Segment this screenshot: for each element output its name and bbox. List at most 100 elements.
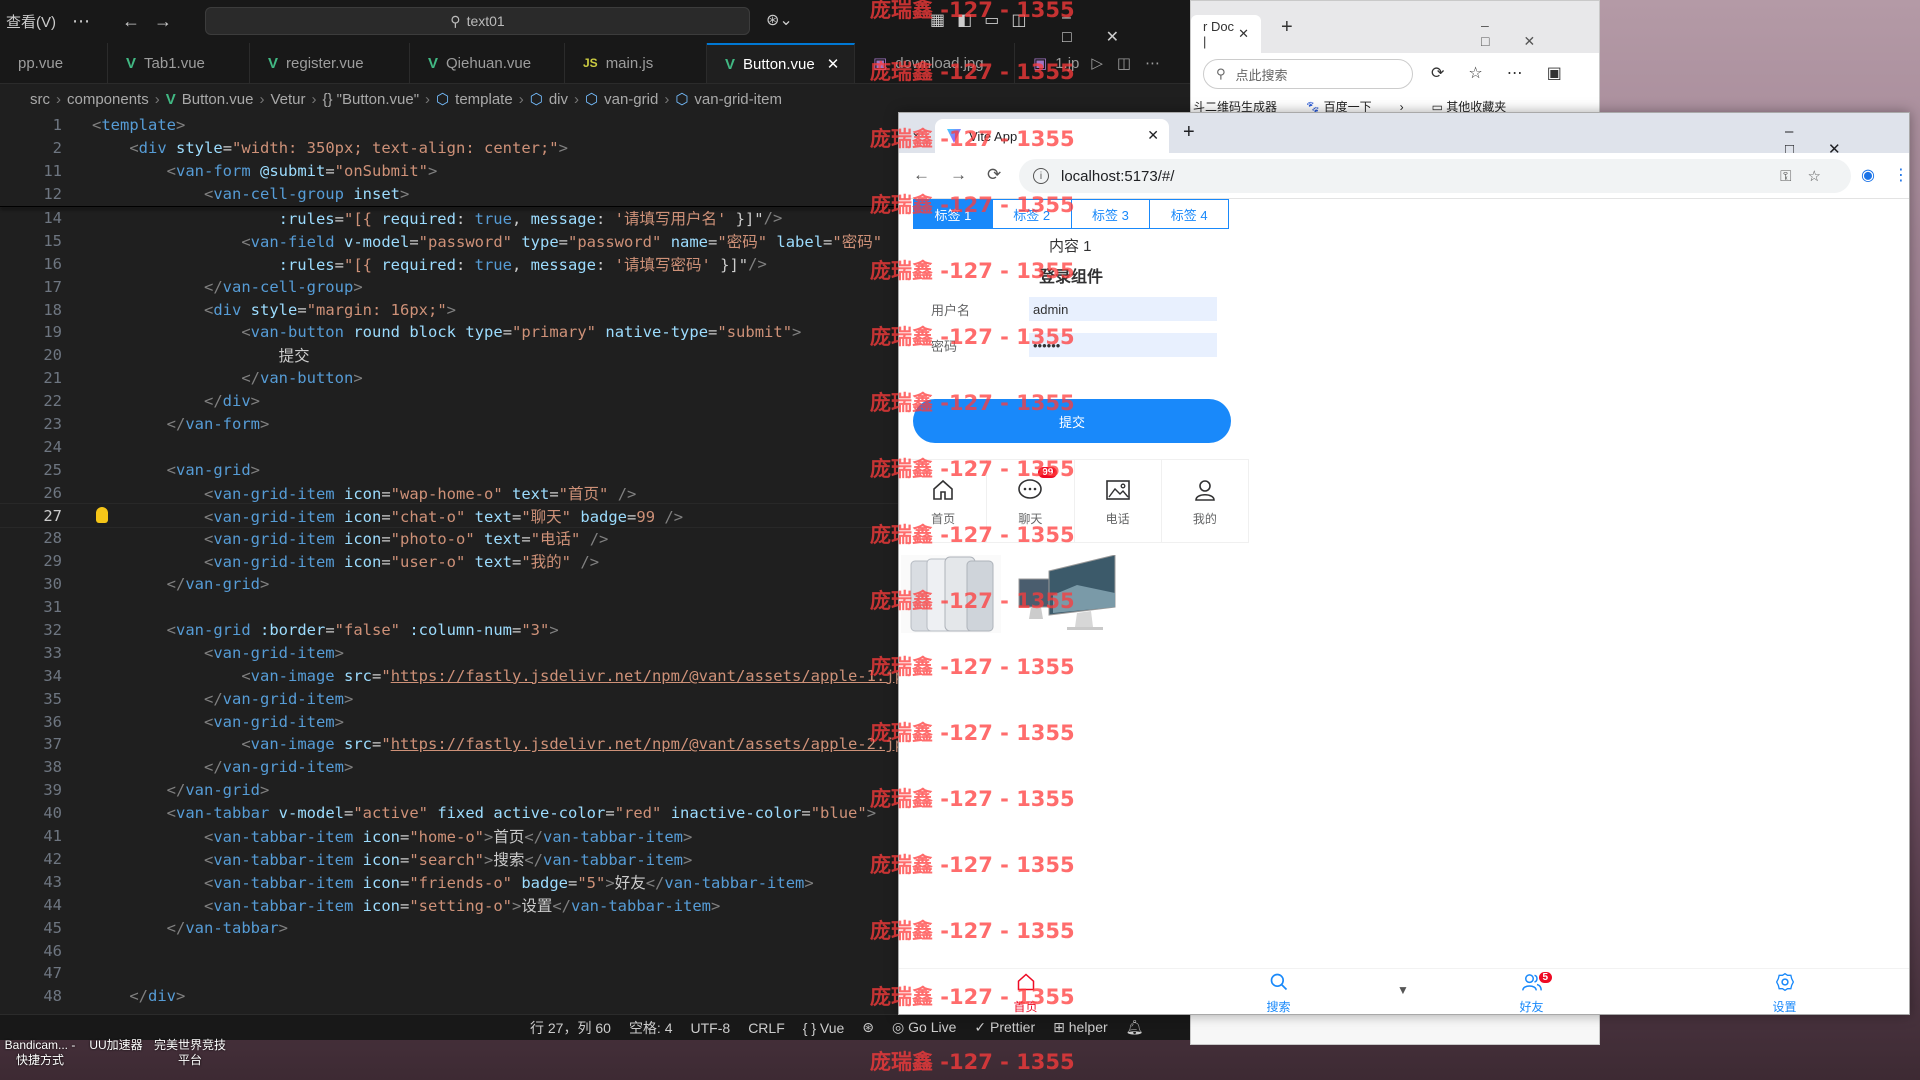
tab-tab1-vue[interactable]: V Tab1.vue (108, 43, 250, 83)
window-controls[interactable]: –□✕ (1481, 17, 1599, 50)
form-title: 登录组件 (1039, 269, 1104, 286)
language-mode[interactable]: { } Vue (803, 1020, 845, 1036)
helper[interactable]: ⊞ helper (1053, 1019, 1108, 1036)
desktop-shortcut-uu[interactable]: UU加速器 (84, 1038, 148, 1053)
search-input[interactable]: ⚲ 点此搜索 (1203, 59, 1413, 89)
vue-icon: V (268, 54, 279, 72)
crumb-file[interactable]: Button.vue (182, 91, 254, 108)
cursor-position[interactable]: 行 27，列 60 (530, 1018, 611, 1038)
tab-4[interactable]: 标签 4 (1150, 200, 1228, 228)
tab-search-icon[interactable]: ⌄ (911, 125, 921, 139)
crumb-vetur[interactable]: Vetur (270, 91, 305, 108)
close-icon[interactable]: ✕ (1238, 26, 1249, 42)
edge-tab[interactable]: r Doc | ✕ (1191, 15, 1261, 53)
more-actions-icon[interactable]: ⋯ (1145, 54, 1160, 72)
tab-main-js[interactable]: JS main.js (565, 43, 707, 83)
crumb-van-grid-item[interactable]: van-grid-item (694, 91, 782, 108)
tab-1[interactable]: 标签 1 (914, 200, 993, 228)
back-forward-icons[interactable]: ←→ (122, 11, 186, 32)
tab-pp-vue[interactable]: pp.vue (0, 43, 108, 83)
go-live[interactable]: ◎ Go Live (892, 1019, 956, 1036)
desktop-shortcut-bandicam[interactable]: Bandicam... - 快捷方式 (2, 1038, 78, 1068)
crumb-div[interactable]: div (549, 91, 568, 108)
crumb-components[interactable]: components (67, 91, 149, 108)
password-input[interactable]: •••••• (1029, 333, 1217, 357)
close-icon[interactable]: ✕ (827, 55, 840, 73)
chevron-right-icon: › (518, 90, 524, 108)
toolbar-icons[interactable]: ⟳☆⋯▣ (1431, 63, 1586, 83)
address-bar[interactable]: i localhost:5173/#/ ⚿☆ (1019, 159, 1851, 193)
tabbar-item-search[interactable]: 搜索 (1152, 969, 1405, 1014)
eol[interactable]: CRLF (748, 1020, 785, 1036)
indent-setting[interactable]: 空格: 4 (629, 1018, 673, 1038)
vscode-titlebar: 查看(V) ⋯ ←→ ⚲ text01 ⊛⌄ ▦◧▭◫ –□✕ (0, 0, 1190, 46)
new-tab-icon[interactable]: + (1281, 16, 1293, 39)
chrome-tabstrip: ⌄ Vite App ✕ + –□✕ (899, 113, 1909, 158)
grid-item-user[interactable]: 我的 (1162, 460, 1248, 542)
submit-button[interactable]: 提交 (913, 399, 1231, 443)
friends-badge: 5 (1537, 971, 1554, 984)
tab-label: Qiehuan.vue (446, 54, 532, 72)
grid-item-chat[interactable]: 99 聊天 (987, 460, 1075, 542)
close-icon[interactable]: ✕ (1147, 127, 1159, 144)
element-icon: ⬡ (529, 91, 543, 108)
more-menu-icon[interactable]: ⋯ (72, 11, 90, 32)
tab-3[interactable]: 标签 3 (1072, 200, 1151, 228)
tab-2[interactable]: 标签 2 (993, 200, 1072, 228)
tabbar-item-home[interactable]: 首页 (899, 969, 1152, 1014)
helper-label: helper (1068, 1019, 1108, 1035)
lightbulb-icon[interactable] (96, 507, 108, 524)
key-star-icons[interactable]: ⚿☆ (1780, 167, 1837, 185)
username-input[interactable]: admin (1029, 297, 1217, 321)
encoding[interactable]: UTF-8 (691, 1020, 731, 1036)
tab-download-jpg[interactable]: ▣ download.jpg (855, 43, 1015, 83)
crumb-module[interactable]: {} "Button.vue" (322, 91, 419, 108)
language-label: Vue (819, 1019, 845, 1036)
vue-icon: V (165, 90, 176, 108)
command-center-search[interactable]: ⚲ text01 (205, 7, 750, 35)
element-icon: ⬡ (436, 91, 450, 108)
watermark: 庞瑞鑫 -127 - 1355 (870, 1050, 1075, 1074)
nav-buttons[interactable]: ←→⟳ (913, 165, 1021, 185)
chevron-right-icon: › (574, 90, 579, 108)
chevron-right-icon: › (425, 90, 431, 108)
iphone-image (901, 555, 1001, 633)
chrome-tab[interactable]: Vite App ✕ (935, 119, 1169, 153)
layout-icons[interactable]: ▦◧▭◫ (930, 10, 1038, 30)
bell-icon[interactable]: 🔔︎ (1126, 1019, 1144, 1036)
grid-item-home[interactable]: 首页 (900, 460, 988, 542)
crumb-van-grid[interactable]: van-grid (604, 91, 658, 108)
vue-icon: V (428, 54, 439, 72)
view-menu[interactable]: 查看(V) (6, 11, 56, 32)
tabbar-item-setting[interactable]: 设置 (1658, 969, 1909, 1014)
status-bar: 行 27，列 60 空格: 4 UTF-8 CRLF { } Vue ⊛ ◎ G… (0, 1014, 1190, 1040)
tab-register-vue[interactable]: Vregister.vue (250, 43, 410, 83)
tabbar-item-friends[interactable]: 5 好友 (1405, 969, 1658, 1014)
split-editor-icon[interactable]: ◫ (1117, 54, 1131, 72)
search-icon: ⚲ (1216, 66, 1226, 81)
prettier[interactable]: ✓ Prettier (974, 1019, 1035, 1036)
chevron-right-icon: › (56, 90, 61, 108)
new-tab-icon[interactable]: + (1183, 121, 1195, 144)
username-row: 用户名 admin (899, 291, 1249, 327)
search-text: text01 (466, 13, 505, 29)
user-icon (1193, 476, 1217, 504)
copilot-icon[interactable]: ⊛⌄ (766, 10, 793, 30)
crumb-template[interactable]: template (455, 91, 513, 108)
tab-qiehuan-vue[interactable]: V Qiehuan.vue (410, 43, 565, 83)
crumb-src[interactable]: src (30, 91, 50, 108)
desktop: 查看(V) ⋯ ←→ ⚲ text01 ⊛⌄ ▦◧▭◫ –□✕ pp.vue V… (0, 0, 1920, 1080)
grid-item-photo[interactable]: 电话 (1075, 460, 1162, 542)
tab-1-jpg[interactable]: ▣ 1.jp ▷ ◫ ⋯ (1015, 43, 1190, 83)
info-icon[interactable]: i (1033, 168, 1049, 184)
window-controls[interactable]: –□✕ (1062, 9, 1190, 47)
chat-icon (1017, 476, 1043, 504)
copilot-status-icon[interactable]: ⊛ (862, 1019, 874, 1036)
profile-menu-icons[interactable]: ◉⋮ (1861, 165, 1909, 185)
tab-button-vue[interactable]: V Button.vue ✕ (707, 43, 855, 83)
chrome-window: ⌄ Vite App ✕ + –□✕ ←→⟳ i localhost:5173/… (898, 112, 1910, 1015)
chevron-down-icon[interactable]: ▼ (1397, 983, 1409, 997)
password-row: 密码 •••••• (899, 327, 1249, 363)
desktop-shortcut-perfect-world[interactable]: 完美世界竞技平台 (150, 1038, 230, 1068)
run-icon[interactable]: ▷ (1091, 54, 1103, 72)
